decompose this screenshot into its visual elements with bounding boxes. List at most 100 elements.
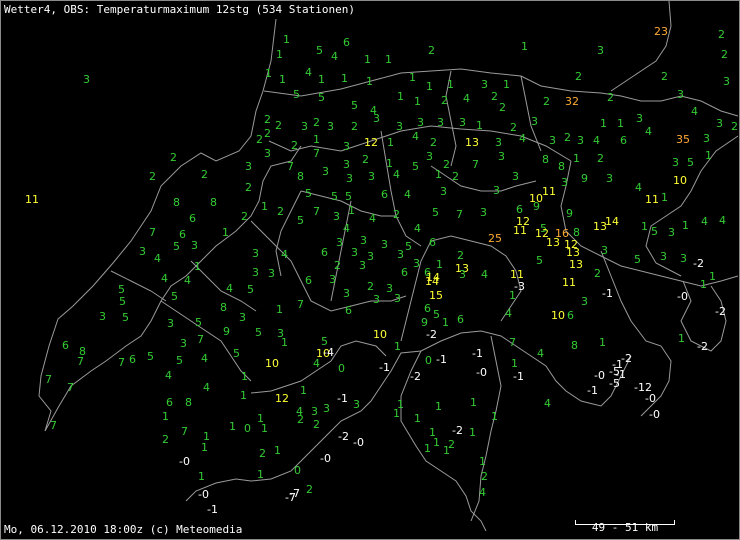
station-value: 3 xyxy=(397,248,404,261)
station-value: 1 xyxy=(348,204,355,217)
station-value: 3 xyxy=(381,238,388,251)
station-value: 3 xyxy=(597,44,604,57)
station-value: 1 xyxy=(573,152,580,165)
station-value: 1 xyxy=(661,191,668,204)
station-value: 1 xyxy=(283,33,290,46)
station-value: 7 xyxy=(197,333,204,346)
station-value: 11 xyxy=(25,193,39,206)
station-value: 3 xyxy=(440,185,447,198)
station-value: 3 xyxy=(99,310,106,323)
station-value: 3 xyxy=(498,150,505,163)
station-value: 3 xyxy=(373,112,380,125)
station-value: 5 xyxy=(233,347,240,360)
station-value: 4 xyxy=(691,105,698,118)
station-value: 5 xyxy=(316,44,323,57)
station-value: 3 xyxy=(351,246,358,259)
station-value: 7 xyxy=(313,205,320,218)
station-value: 5 xyxy=(122,311,129,324)
station-value: 3 xyxy=(83,73,90,86)
station-value: 0 xyxy=(338,362,345,375)
station-value: 1 xyxy=(241,370,248,383)
station-value: 7 xyxy=(472,158,479,171)
station-value: 6 xyxy=(381,188,388,201)
station-value: 1 xyxy=(447,78,454,91)
station-value: 11 xyxy=(645,193,659,206)
station-value: 2 xyxy=(443,158,450,171)
station-value: 2 xyxy=(306,483,313,496)
station-value: 5 xyxy=(305,187,312,200)
station-value: 1 xyxy=(261,200,268,213)
station-value: 1 xyxy=(387,136,394,149)
station-value: 1 xyxy=(397,90,404,103)
station-value: 1 xyxy=(426,80,433,93)
station-value: -1 xyxy=(337,392,348,405)
station-value: 4 xyxy=(412,130,419,143)
station-value: 1 xyxy=(281,336,288,349)
observations-layer: 23 2 2 3 1 2 1 5 6 4 1 1 1 3 1 1 4 1 1 1 1 1 1 3 1 2 2 3 5 5 5 4 1 1 2 4 2 2 2… xyxy=(1,1,739,539)
station-value: 6 xyxy=(457,313,464,326)
station-value: 8 xyxy=(297,170,304,183)
station-value: 1 xyxy=(313,133,320,146)
station-value: -0 xyxy=(594,369,605,382)
station-value: 4 xyxy=(481,268,488,281)
station-value: 4 xyxy=(544,397,551,410)
station-value: 1 xyxy=(394,340,401,353)
station-value: 0 xyxy=(294,464,301,477)
station-value: 2 xyxy=(291,139,298,152)
station-value: 6 xyxy=(62,339,69,352)
station-value: 2 xyxy=(721,48,728,61)
station-value: -2 xyxy=(338,430,349,443)
station-value: 4 xyxy=(635,181,642,194)
station-value: 32 xyxy=(565,95,579,108)
station-value: 5 xyxy=(255,326,262,339)
station-value: 3 xyxy=(239,311,246,324)
station-value: 6 xyxy=(166,396,173,409)
station-value: 3 xyxy=(672,156,679,169)
scale-bar: 49 - 51 km xyxy=(575,520,675,534)
station-value: 4 xyxy=(369,212,376,225)
station-value: 25 xyxy=(488,232,502,245)
station-value: -1 xyxy=(379,361,390,374)
station-value: 1 xyxy=(386,157,393,170)
station-value: 3 xyxy=(493,184,500,197)
station-value: 4 xyxy=(203,381,210,394)
station-value: 4 xyxy=(645,125,652,138)
station-value: 7 xyxy=(118,356,125,369)
station-value: 3 xyxy=(333,210,340,223)
station-value: 5 xyxy=(173,240,180,253)
station-value: 3 xyxy=(606,172,613,185)
station-value: 4 xyxy=(184,274,191,287)
station-value: 4 xyxy=(393,168,400,181)
station-value: 3 xyxy=(716,117,723,130)
station-value: 12 xyxy=(364,136,378,149)
station-value: 7 xyxy=(456,208,463,221)
station-value: 2 xyxy=(731,120,738,133)
station-value: 9 xyxy=(421,316,428,329)
station-value: 2 xyxy=(313,418,320,431)
station-value: 3 xyxy=(386,282,393,295)
station-value: -1 xyxy=(472,347,483,360)
station-value: -2 xyxy=(426,328,437,341)
station-value: 7 xyxy=(67,381,74,394)
station-value: 8 xyxy=(542,153,549,166)
station-value: 5 xyxy=(118,283,125,296)
station-value: 15 xyxy=(429,289,443,302)
station-value: 1 xyxy=(709,270,716,283)
station-value: 1 xyxy=(682,219,689,232)
station-value: 2 xyxy=(313,116,320,129)
station-value: 23 xyxy=(654,25,668,38)
station-value: -1 xyxy=(513,370,524,383)
station-value: 3 xyxy=(336,236,343,249)
station-value: 4 xyxy=(463,92,470,105)
station-value: 3 xyxy=(353,398,360,411)
station-value: 6 xyxy=(305,274,312,287)
station-value: 6 xyxy=(401,266,408,279)
station-value: 2 xyxy=(259,447,266,460)
station-value: 3 xyxy=(180,337,187,350)
station-value: 1 xyxy=(318,73,325,86)
station-value: 3 xyxy=(368,170,375,183)
station-value: 12 xyxy=(275,392,289,405)
station-value: 2 xyxy=(245,181,252,194)
station-value: 1 xyxy=(274,444,281,457)
station-value: 7 xyxy=(509,336,516,349)
